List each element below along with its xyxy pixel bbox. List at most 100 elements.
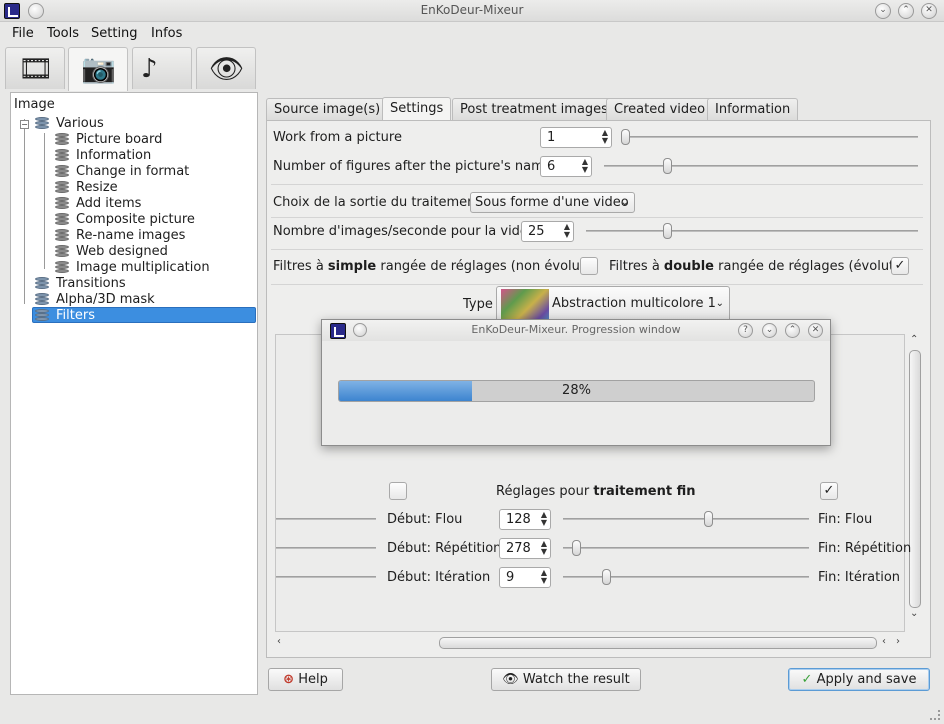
tab-created-video[interactable]: Created video (606, 98, 714, 120)
dialog-maximize-button[interactable]: ⌃ (785, 323, 800, 338)
menu-infos[interactable]: Infos (151, 26, 182, 41)
tree-item-label: Various (56, 116, 104, 131)
tab-post-treatment[interactable]: Post treatment images (452, 98, 616, 120)
vertical-scroll-thumb[interactable] (909, 350, 921, 608)
figures-slider[interactable] (663, 158, 672, 174)
combobox-value: Sous forme d'une video (475, 195, 629, 210)
maximize-button[interactable]: ⌃ (898, 3, 914, 19)
database-icon (35, 117, 49, 130)
work-from-picture-slider[interactable] (621, 129, 630, 145)
fine-row-end-label: Fin: Répétition (818, 541, 912, 556)
tree-collapse-toggle[interactable]: − (20, 120, 29, 129)
tree-item-label: Transitions (56, 276, 126, 291)
sortie-combobox[interactable]: Sous forme d'une video ⌄ (470, 192, 635, 213)
dialog-minimize-button[interactable]: ⌄ (762, 323, 777, 338)
fine-row-slider[interactable] (572, 540, 581, 556)
spin-arrows-icon[interactable]: ▲ ▼ (541, 511, 547, 527)
close-icon: ✕ (811, 325, 820, 335)
fine-right-checkbox[interactable]: ✓ (820, 482, 838, 500)
work-from-picture-spinbox[interactable]: 1 ▲ ▼ (540, 127, 612, 148)
type-label: Type (463, 297, 493, 312)
menu-tools[interactable]: Tools (47, 26, 79, 41)
title-bar: EnKoDeur-Mixeur ⌄ ⌃ ✕ (0, 0, 944, 22)
progress-dialog: EnKoDeur-Mixeur. Progression window ? ⌄ … (321, 319, 831, 446)
tab-settings[interactable]: Settings (382, 97, 452, 120)
resize-grip-icon[interactable] (930, 710, 940, 720)
fine-row-spinbox[interactable]: 9 ▲ ▼ (499, 567, 551, 588)
type-combobox[interactable]: Abstraction multicolore 1 ⌄ (496, 286, 730, 325)
separator (271, 217, 923, 218)
toolbar-tab-image[interactable]: 📷 (68, 47, 128, 91)
fps-slider[interactable] (663, 223, 672, 239)
separator (271, 184, 923, 185)
database-icon (55, 261, 69, 274)
scroll-down-icon[interactable]: ⌄ (910, 608, 918, 619)
work-from-picture-slider-track (624, 136, 918, 138)
spinbox-value: 128 (506, 512, 531, 527)
fine-row-start-label: Début: Répétition (387, 541, 502, 556)
eye-icon: 👁 (209, 52, 245, 85)
fine-row-spinbox[interactable]: 278 ▲ ▼ (499, 538, 551, 559)
chevron-down-icon: ⌄ (620, 197, 629, 208)
database-icon (35, 277, 49, 290)
scroll-up-icon[interactable]: ⌃ (910, 334, 918, 345)
fine-row-slider[interactable] (704, 511, 713, 527)
fps-spinbox[interactable]: 25 ▲ ▼ (521, 221, 574, 242)
tree-item-label: Filters (56, 308, 95, 323)
scroll-left-icon[interactable]: ‹ (277, 636, 281, 647)
fine-row-slider-track (563, 518, 809, 520)
question-icon: ? (743, 325, 748, 335)
combobox-value: Abstraction multicolore 1 (552, 296, 716, 311)
tab-source-images[interactable]: Source image(s) (266, 98, 389, 120)
spin-arrows-icon[interactable]: ▲ ▼ (602, 129, 608, 145)
tree-item-label: Re-name images (76, 228, 186, 243)
spin-arrows-icon[interactable]: ▲ ▼ (582, 158, 588, 174)
database-icon (55, 181, 69, 194)
toolbar-tab-video[interactable]: 🎞 (5, 47, 65, 89)
scroll-left-icon[interactable]: ‹ (882, 636, 886, 647)
figures-after-name-spinbox[interactable]: 6 ▲ ▼ (540, 156, 592, 177)
tree-item-label: Web designed (76, 244, 168, 259)
spin-arrows-icon[interactable]: ▲ ▼ (541, 569, 547, 585)
fine-row-end-label: Fin: Flou (818, 512, 873, 527)
horizontal-scrollbar[interactable]: ‹ ‹ › (275, 635, 907, 651)
watch-label: Watch the result (522, 672, 630, 687)
fine-left-checkbox[interactable] (389, 482, 407, 500)
help-button[interactable]: ⊛ Help (268, 668, 343, 691)
dialog-help-button[interactable]: ? (738, 323, 753, 338)
horizontal-scroll-thumb[interactable] (439, 637, 877, 649)
chevron-up-icon: ⌃ (788, 325, 797, 335)
toolbar-tab-audio[interactable]: ♪ (132, 47, 192, 89)
tree-item-filters[interactable]: Filters (32, 307, 256, 323)
filters-double-checkbox[interactable]: ✓ (891, 257, 909, 275)
dialog-close-button[interactable]: ✕ (808, 323, 823, 338)
filters-simple-checkbox[interactable] (580, 257, 598, 275)
window-title: EnKoDeur-Mixeur (420, 3, 524, 17)
lifebuoy-icon: ⊛ (283, 672, 295, 687)
tree-item-label: Composite picture (76, 212, 195, 227)
chevron-down-icon: ⌄ (715, 298, 724, 309)
apply-save-button[interactable]: ✓ Apply and save (788, 668, 930, 691)
progress-dialog-title: EnKoDeur-Mixeur. Progression window (471, 323, 681, 336)
database-icon (55, 133, 69, 146)
fine-row-spinbox[interactable]: 128 ▲ ▼ (499, 509, 551, 530)
fine-row-slider[interactable] (602, 569, 611, 585)
spin-arrows-icon[interactable]: ▲ ▼ (564, 223, 570, 239)
tab-information[interactable]: Information (707, 98, 799, 120)
menu-setting[interactable]: Setting (91, 26, 138, 41)
spin-arrows-icon[interactable]: ▲ ▼ (541, 540, 547, 556)
close-button[interactable]: ✕ (921, 3, 937, 19)
vertical-scrollbar[interactable]: ⌃ ⌄ (907, 334, 923, 632)
scroll-right-icon[interactable]: › (896, 636, 900, 647)
fine-row-slider-track (563, 547, 809, 549)
fine-row-start-label: Début: Itération (387, 570, 491, 585)
toolbar-tab-view[interactable]: 👁 (196, 47, 256, 89)
minimize-button[interactable]: ⌄ (875, 3, 891, 19)
filters-double-label: Filtres à double rangée de réglages (évo… (609, 259, 908, 274)
watch-result-button[interactable]: 👁 Watch the result (491, 668, 641, 691)
apply-label: Apply and save (816, 672, 917, 687)
database-icon (55, 197, 69, 210)
fine-row-start-label: Début: Flou (387, 512, 463, 527)
menu-file[interactable]: File (12, 26, 34, 41)
spinbox-value: 278 (506, 541, 531, 556)
